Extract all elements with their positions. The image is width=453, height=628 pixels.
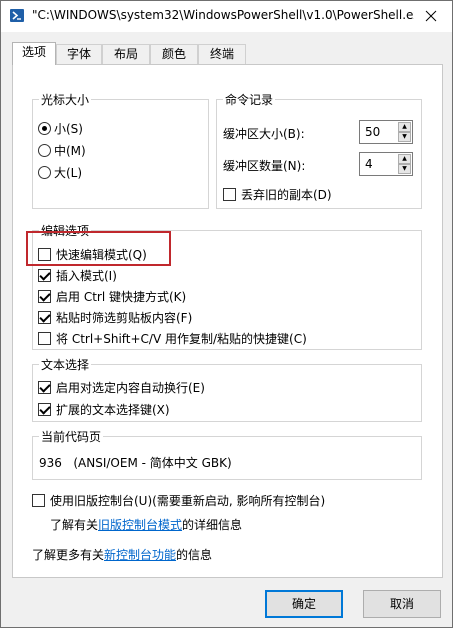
codepage-title: 当前代码页 (39, 428, 104, 445)
legacy-console-row[interactable]: 使用旧版控制台(U)(需要重新启动, 影响所有控制台) (32, 492, 325, 509)
cursor-size-title: 光标大小 (39, 91, 92, 108)
radio-large-button[interactable] (38, 166, 51, 179)
radio-large[interactable]: 大(L) (38, 164, 82, 181)
radio-small-button[interactable] (38, 122, 51, 135)
codepage-value: 936 (ANSI/OEM - 简体中文 GBK) (39, 456, 232, 470)
text-selection-group: 文本选择 启用对选定内容自动换行(E) 扩展的文本选择键(X) (32, 356, 422, 422)
auto-wrap-row[interactable]: 启用对选定内容自动换行(E) (38, 379, 205, 396)
title-bar[interactable]: "C:\WINDOWS\system32\WindowsPowerShell\v… (1, 1, 452, 32)
chevron-up-icon[interactable]: ▲ (398, 154, 411, 164)
radio-medium-label: 中(M) (54, 144, 86, 158)
buffer-size-value[interactable]: 50 (365, 125, 380, 139)
extended-keys-checkbox[interactable] (38, 403, 51, 416)
buffer-size-stepper[interactable]: 50 ▲ ▼ (359, 120, 413, 144)
properties-dialog: "C:\WINDOWS\system32\WindowsPowerShell\v… (0, 0, 453, 628)
radio-small-label: 小(S) (54, 122, 83, 136)
ctrl-shift-cv-row[interactable]: 将 Ctrl+Shift+C/V 用作复制/粘贴的快捷键(C) (38, 330, 307, 347)
cursor-size-group: 光标大小 小(S) 中(M) 大(L) (32, 91, 209, 209)
extended-keys-label: 扩展的文本选择键(X) (56, 403, 170, 417)
new-features-row: 了解更多有关 新控制台功能 的信息 (32, 546, 212, 563)
discard-duplicates-label: 丢弃旧的副本(D) (241, 188, 332, 202)
powershell-icon (10, 9, 24, 22)
ctrl-shortcuts-checkbox[interactable] (38, 290, 51, 303)
close-icon (425, 10, 437, 22)
chevron-down-icon[interactable]: ▼ (398, 132, 411, 142)
insert-mode-checkbox[interactable] (38, 269, 51, 282)
filter-paste-row[interactable]: 粘贴时筛选剪贴板内容(F) (38, 309, 192, 326)
ok-button[interactable]: 确定 (265, 590, 343, 618)
tab-font[interactable]: 字体 (56, 44, 102, 65)
auto-wrap-label: 启用对选定内容自动换行(E) (56, 381, 205, 395)
buffer-count-row: 缓冲区数量(N): (223, 157, 305, 174)
buffer-count-arrows[interactable]: ▲ ▼ (398, 154, 411, 174)
codepage-group: 当前代码页 936 (ANSI/OEM - 简体中文 GBK) (32, 428, 422, 480)
buffer-size-label: 缓冲区大小(B): (223, 127, 305, 141)
discard-duplicates-row[interactable]: 丢弃旧的副本(D) (223, 186, 332, 203)
insert-mode-label: 插入模式(I) (56, 269, 117, 283)
legacy-info-suffix: 的详细信息 (182, 518, 243, 532)
auto-wrap-checkbox[interactable] (38, 381, 51, 394)
tab-terminal[interactable]: 终端 (198, 44, 246, 65)
tab-colors[interactable]: 颜色 (150, 44, 198, 65)
new-features-suffix: 的信息 (176, 548, 213, 562)
radio-small[interactable]: 小(S) (38, 120, 83, 137)
discard-duplicates-checkbox[interactable] (223, 188, 236, 201)
legacy-info-prefix: 了解有关 (50, 518, 99, 532)
buffer-count-label: 缓冲区数量(N): (223, 159, 306, 173)
tab-options[interactable]: 选项 (12, 42, 56, 65)
close-button[interactable] (420, 6, 442, 26)
command-history-group: 命令记录 缓冲区大小(B): 50 ▲ ▼ 缓冲区数量(N): 4 ▲ ▼ 丢弃… (216, 91, 422, 209)
ctrl-shift-cv-checkbox[interactable] (38, 332, 51, 345)
radio-large-label: 大(L) (54, 166, 83, 180)
radio-medium-button[interactable] (38, 144, 51, 157)
chevron-up-icon[interactable]: ▲ (398, 122, 411, 132)
radio-medium[interactable]: 中(M) (38, 142, 86, 159)
legacy-mode-link[interactable]: 旧版控制台模式 (98, 516, 182, 533)
extended-keys-row[interactable]: 扩展的文本选择键(X) (38, 401, 170, 418)
new-features-link[interactable]: 新控制台功能 (104, 546, 176, 563)
highlight-annotation-box (26, 231, 171, 266)
ctrl-shortcuts-label: 启用 Ctrl 键快捷方式(K) (56, 290, 187, 304)
chevron-down-icon[interactable]: ▼ (398, 164, 411, 174)
buffer-size-arrows[interactable]: ▲ ▼ (398, 122, 411, 142)
legacy-console-label: 使用旧版控制台(U)(需要重新启动, 影响所有控制台) (50, 494, 326, 508)
command-history-title: 命令记录 (223, 91, 276, 108)
tab-layout[interactable]: 布局 (102, 44, 150, 65)
insert-mode-row[interactable]: 插入模式(I) (38, 267, 117, 284)
ctrl-shift-cv-label: 将 Ctrl+Shift+C/V 用作复制/粘贴的快捷键(C) (56, 332, 307, 346)
new-features-prefix: 了解更多有关 (32, 548, 105, 562)
cancel-button[interactable]: 取消 (363, 590, 441, 618)
window-title: "C:\WINDOWS\system32\WindowsPowerShell\v… (32, 8, 414, 22)
filter-paste-label: 粘贴时筛选剪贴板内容(F) (56, 311, 193, 325)
buffer-count-value[interactable]: 4 (365, 157, 373, 171)
buffer-count-stepper[interactable]: 4 ▲ ▼ (359, 152, 413, 176)
ctrl-shortcuts-row[interactable]: 启用 Ctrl 键快捷方式(K) (38, 288, 186, 305)
text-selection-title: 文本选择 (39, 356, 92, 373)
filter-paste-checkbox[interactable] (38, 311, 51, 324)
options-panel: 光标大小 小(S) 中(M) 大(L) 命令记录 缓冲区大小(B): 50 ▲ … (12, 64, 443, 578)
buffer-size-row: 缓冲区大小(B): (223, 125, 305, 142)
legacy-console-checkbox[interactable] (32, 494, 45, 507)
legacy-info-row: 了解有关 旧版控制台模式 的详细信息 (50, 516, 242, 533)
